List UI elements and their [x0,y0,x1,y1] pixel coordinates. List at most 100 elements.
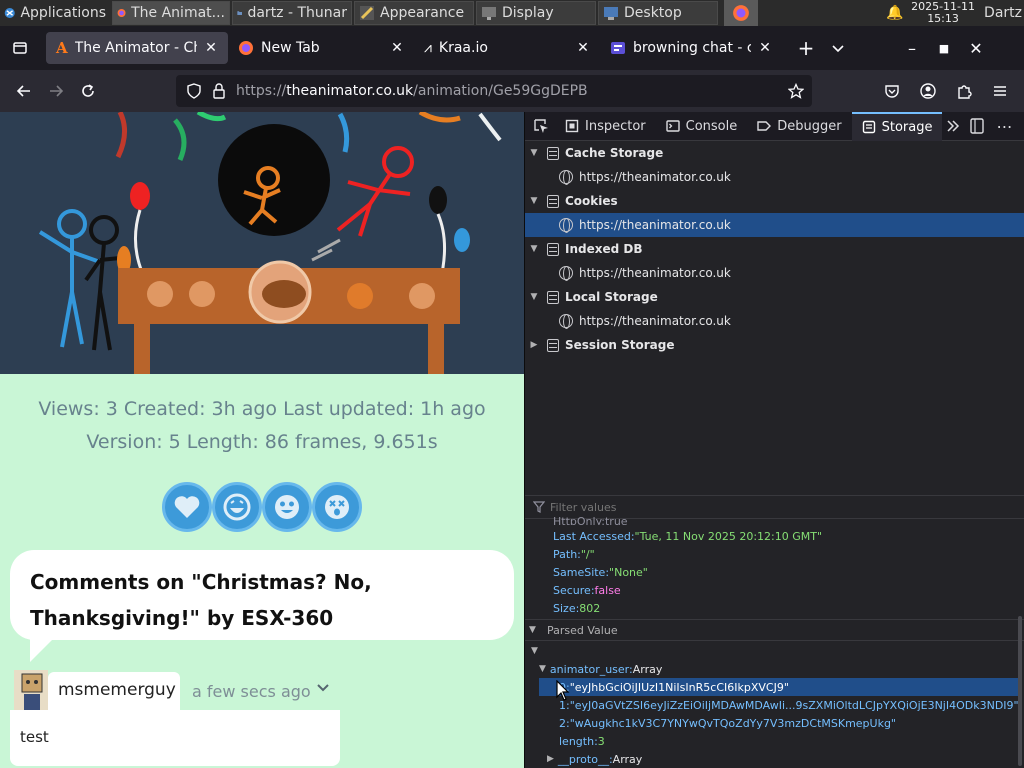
appearance-icon [360,6,374,20]
parsed-item-0-row[interactable]: 0: "eyJhbGciOiJIUzI1NiIsInR5cCI6IkpXVCJ9" [539,678,1021,696]
expanded-arrow-icon[interactable]: ▼ [527,148,541,158]
devtools-options-button[interactable]: ⋯ [990,112,1018,141]
clock-time: 15:13 [927,12,959,25]
pocket-button[interactable] [876,75,908,107]
new-tab-button[interactable]: + [790,32,822,64]
collapsed-arrow-icon[interactable]: ▶ [547,754,554,764]
close-tab-icon[interactable]: ✕ [576,40,590,56]
parsed-length-row[interactable]: length: 3 [559,732,605,750]
tree-host-cache[interactable]: https://theanimator.co.uk [525,165,1024,189]
element-picker-button[interactable] [525,112,555,141]
minimize-window-button[interactable]: – [896,32,928,64]
filter-values-input[interactable] [550,500,990,514]
clock[interactable]: 2025-11-11 15:13 [908,1,978,25]
tab-browning-chat[interactable]: browning chat - cha ✕ [600,32,782,64]
tree-host-cookies[interactable]: https://theanimator.co.uk [525,213,1024,237]
reaction-dizzy-button[interactable] [312,482,362,532]
avatar[interactable] [14,670,48,710]
animation-frame-image [0,112,524,374]
url-bar[interactable]: https://theanimator.co.uk/animation/Ge59… [176,75,812,107]
parsed-key: 2: [559,716,570,730]
tab-kraa[interactable]: ⩘ Kraa.io ✕ [414,32,600,64]
task-label: The Animat... [131,5,225,21]
responsive-design-button[interactable] [964,112,990,141]
devtools-scrollbar[interactable] [1018,616,1022,766]
task-display[interactable]: Display [476,1,596,25]
app-menu-button[interactable] [984,75,1016,107]
comment-username[interactable]: msmemerguy [58,680,176,700]
comment-options-chevron-icon[interactable] [316,680,330,698]
firefox-view-icon [13,42,27,54]
firefox-view-button[interactable] [4,32,36,64]
maximize-window-button[interactable]: ■ [928,32,960,64]
task-firefox[interactable]: The Animat... [112,1,230,25]
reaction-laugh-button[interactable] [212,482,262,532]
detail-path[interactable]: Path:"/" [553,548,595,561]
notification-bell-icon[interactable]: 🔔 [882,5,908,21]
parsed-array-row[interactable]: ▼ animator_user: Array [539,660,662,678]
tree-cache-storage[interactable]: ▼ Cache Storage [525,141,1024,165]
close-devtools-button[interactable] [1018,112,1024,141]
parsed-item-2-row[interactable]: 2: "wAugkhc1kV3C7YNYwQvTQoZdYy7V3mzDCtMSK… [559,714,896,732]
back-button[interactable] [8,75,40,107]
tree-host-local-storage[interactable]: https://theanimator.co.uk [525,309,1024,333]
task-thunar[interactable]: dartz - Thunar [232,1,352,25]
parsed-key: __proto__: [557,752,613,766]
parsed-type: Array [612,752,643,766]
tree-host-indexed-db[interactable]: https://theanimator.co.uk [525,261,1024,285]
tree-label: https://theanimator.co.uk [579,170,731,184]
list-all-tabs-button[interactable] [822,32,854,64]
star-bookmark-icon[interactable] [788,83,804,99]
tab-label: Inspector [585,118,646,134]
parsed-value: 3 [597,734,605,748]
tab-storage[interactable]: Storage [851,111,943,141]
tree-label: https://theanimator.co.uk [579,266,731,280]
account-button[interactable] [912,75,944,107]
root-expanded-arrow-icon[interactable]: ▼ [531,642,538,660]
collapsed-arrow-icon[interactable]: ▶ [527,340,541,350]
url-text[interactable]: https://theanimator.co.uk/animation/Ge59… [236,83,588,99]
applications-menu-button[interactable]: Applications [0,0,110,26]
more-tools-button[interactable] [942,112,964,141]
tree-local-storage[interactable]: ▼ Local Storage [525,285,1024,309]
close-tab-icon[interactable]: ✕ [758,40,772,56]
expanded-arrow-icon[interactable]: ▼ [527,244,541,254]
reaction-star-eyes-button[interactable] [262,482,312,532]
detail-size[interactable]: Size:802 [553,602,600,615]
forward-arrow-icon [50,85,64,97]
tree-cookies[interactable]: ▼ Cookies [525,189,1024,213]
expanded-arrow-icon[interactable]: ▼ [529,625,543,635]
tab-debugger[interactable]: Debugger [747,112,851,141]
detail-samesite[interactable]: SameSite:"None" [553,566,648,579]
expanded-arrow-icon[interactable]: ▼ [527,196,541,206]
animation-canvas[interactable] [0,112,524,374]
forward-button[interactable] [40,75,72,107]
tree-label: Session Storage [565,338,675,352]
reaction-heart-button[interactable] [162,482,212,532]
parsed-value-header[interactable]: ▼ Parsed Value [525,619,1024,641]
detail-last-accessed[interactable]: Last Accessed:"Tue, 11 Nov 2025 20:12:10… [553,530,822,543]
shield-icon[interactable] [186,83,202,99]
extensions-button[interactable] [948,75,980,107]
tree-session-storage[interactable]: ▶ Session Storage [525,333,1024,357]
user-menu[interactable]: Dartz [978,5,1024,21]
expanded-arrow-icon[interactable]: ▼ [539,664,546,674]
tab-inspector[interactable]: Inspector [555,112,656,141]
lock-icon[interactable] [212,83,226,99]
tab-new-tab[interactable]: New Tab ✕ [228,32,414,64]
tab-the-animator[interactable]: A The Animator - Chr ✕ [46,32,228,64]
expanded-arrow-icon[interactable]: ▼ [527,292,541,302]
reload-button[interactable] [72,75,104,107]
firefox-launcher[interactable] [724,0,758,26]
tab-bar: A The Animator - Chr ✕ New Tab ✕ ⩘ Kraa.… [0,26,1024,70]
tree-indexed-db[interactable]: ▼ Indexed DB [525,237,1024,261]
close-tab-icon[interactable]: ✕ [390,40,404,56]
close-window-button[interactable]: ✕ [960,32,992,64]
parsed-item-1-row[interactable]: 1: "eyJ0aGVtZSI6eyJiZzEiOiIjMDAwMDAwIi...… [559,696,1019,714]
task-desktop[interactable]: Desktop [598,1,718,25]
parsed-proto-row[interactable]: ▶ __proto__: Array [547,750,642,768]
close-tab-icon[interactable]: ✕ [204,40,218,56]
tab-console[interactable]: Console [656,112,748,141]
task-appearance[interactable]: Appearance [354,1,474,25]
detail-secure[interactable]: Secure:false [553,584,621,597]
